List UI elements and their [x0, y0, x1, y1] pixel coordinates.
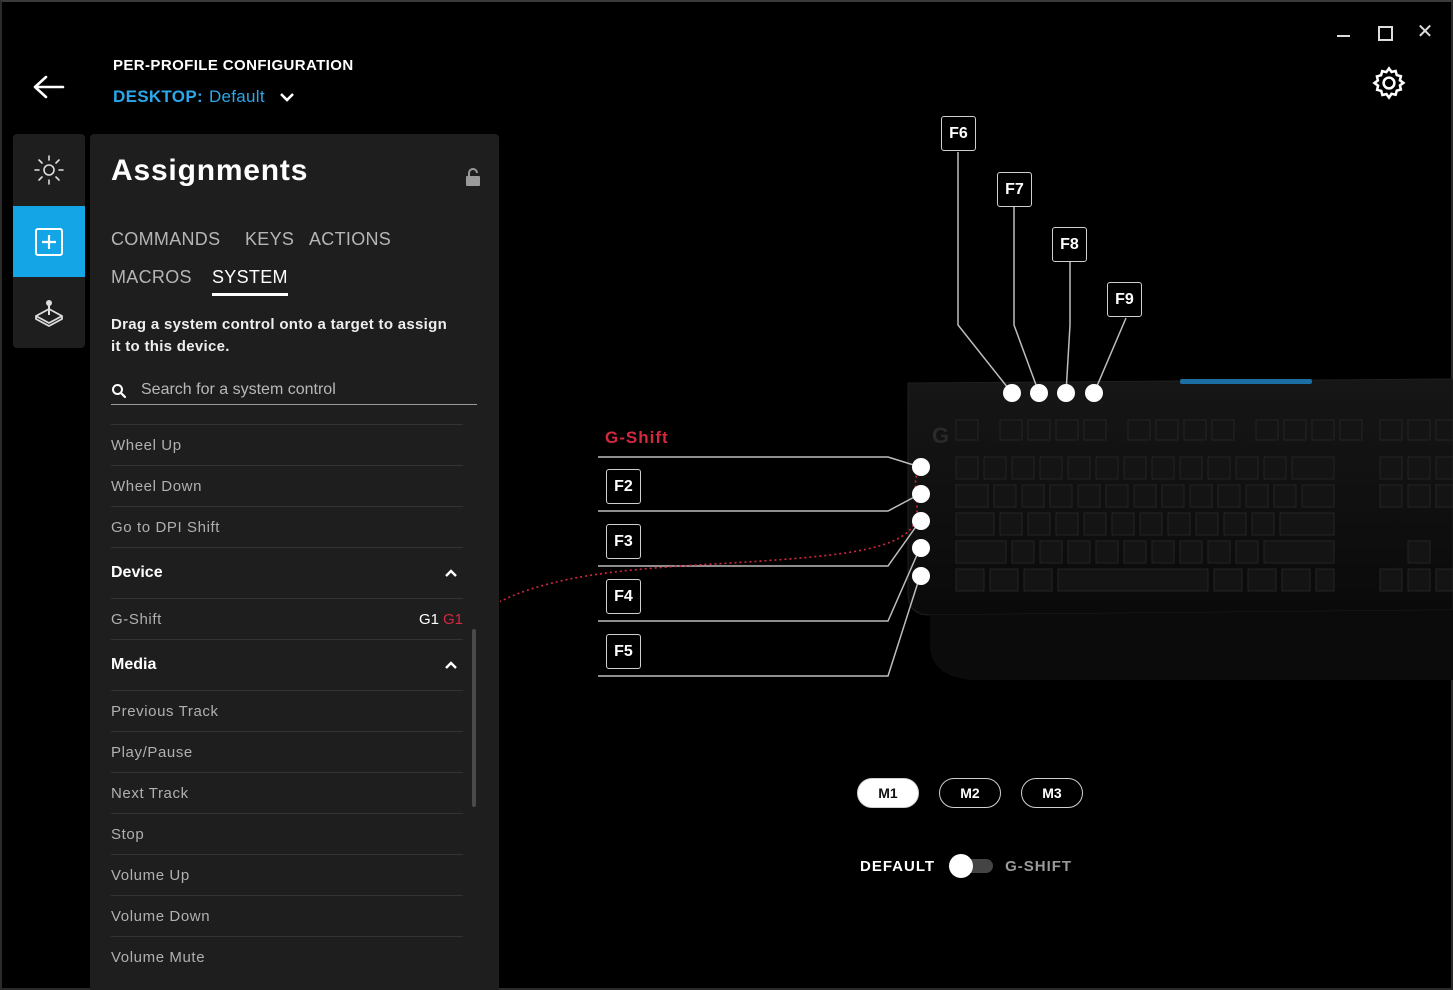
tab-actions[interactable]: ACTIONS [309, 229, 391, 250]
list-item-play-pause[interactable]: Play/Pause [111, 731, 463, 772]
toggle-knob [949, 854, 974, 878]
default-gshift-toggle[interactable] [949, 854, 994, 878]
section-title: Media [111, 656, 157, 673]
key-g2-assignment[interactable]: F2 [606, 469, 641, 504]
list-item-label: Stop [111, 825, 145, 843]
list-item-label: Go to DPI Shift [111, 518, 221, 536]
assignments-icon [35, 227, 63, 256]
page-title: PER-PROFILE CONFIGURATION [113, 57, 354, 74]
g-shift-label: G-Shift [605, 428, 669, 447]
key-g4-assignment[interactable]: F4 [606, 579, 641, 614]
list-item-label: Wheel Up [111, 436, 182, 454]
nav-assignments[interactable] [13, 206, 85, 277]
chevron-up-icon [445, 569, 457, 577]
lighting-icon [34, 154, 64, 185]
search-icon [112, 384, 127, 399]
toggle-label-default: DEFAULT [860, 857, 936, 875]
list-item-label: Play/Pause [111, 743, 193, 761]
nav-lighting[interactable] [13, 134, 85, 205]
tab-commands[interactable]: COMMANDS [111, 229, 220, 250]
binding-indicator: G1 G1 [419, 611, 463, 628]
list-item-label: Wheel Down [111, 477, 203, 495]
nav-gaming-mode[interactable] [13, 278, 85, 348]
list-item-volume-down[interactable]: Volume Down [111, 895, 463, 936]
binding-key: G1 [418, 610, 439, 628]
list-item-label: Volume Mute [111, 948, 206, 966]
section-title: Device [111, 564, 163, 581]
mode-button-m2[interactable]: M2 [939, 778, 1001, 808]
list-item-label: Volume Up [111, 866, 190, 884]
chevron-up-icon [445, 661, 457, 669]
tab-system[interactable]: SYSTEM [212, 267, 288, 296]
shift-toggle-row: DEFAULT G-SHIFT [860, 854, 1072, 878]
tab-macros[interactable]: MACROS [111, 267, 192, 288]
list-scrollbar[interactable] [472, 629, 476, 807]
key-g7-assignment[interactable]: F7 [997, 172, 1032, 207]
gaming-mode-icon [35, 299, 63, 327]
section-header-device[interactable]: Device [111, 547, 463, 598]
list-item-volume-up[interactable]: Volume Up [111, 854, 463, 895]
system-control-list: Wheel Up Wheel Down Go to DPI Shift Devi… [111, 424, 463, 977]
profile-selector[interactable]: DESKTOP: Default [113, 87, 297, 107]
list-item-next-track[interactable]: Next Track [111, 772, 463, 813]
section-header-media[interactable]: Media [111, 639, 463, 690]
mode-button-m3[interactable]: M3 [1021, 778, 1083, 808]
toggle-label-gshift: G-SHIFT [1005, 857, 1073, 875]
panel-description: Drag a system control onto a target to a… [111, 316, 448, 355]
key-g9-assignment[interactable]: F9 [1107, 282, 1142, 317]
list-item-stop[interactable]: Stop [111, 813, 463, 854]
profile-label: DESKTOP: [113, 87, 203, 106]
list-item-previous-track[interactable]: Previous Track [111, 690, 463, 731]
mode-button-m1[interactable]: M1 [857, 778, 919, 808]
list-item-wheel-down[interactable]: Wheel Down [111, 465, 463, 506]
list-item-go-to-dpi-shift[interactable]: Go to DPI Shift [111, 506, 463, 547]
chevron-down-icon [279, 93, 294, 102]
list-item-wheel-up[interactable]: Wheel Up [111, 424, 463, 465]
panel-title: Assignments [111, 154, 309, 187]
binding-shift-key: G1 [442, 610, 463, 628]
lock-icon[interactable] [464, 167, 482, 187]
search-input[interactable] [141, 381, 461, 399]
list-item-label: Next Track [111, 784, 189, 802]
key-g6-assignment[interactable]: F6 [941, 116, 976, 151]
list-item-volume-mute[interactable]: Volume Mute [111, 936, 463, 977]
callout-lines [500, 152, 1127, 677]
list-item-label: Volume Down [111, 907, 211, 925]
search-bar [111, 376, 477, 405]
key-g5-assignment[interactable]: F5 [606, 634, 641, 669]
assignments-panel: Assignments COMMANDS KEYS ACTIONS MACROS… [90, 134, 499, 990]
tab-keys[interactable]: KEYS [245, 229, 294, 250]
device-scene: G G-Shift F2 F3 F4 F5 F6 F7 F8 F9 M1 M2 … [500, 0, 1453, 990]
profile-value: Default [208, 87, 265, 106]
back-arrow-icon[interactable] [30, 72, 66, 102]
list-item-label: Previous Track [111, 702, 219, 720]
key-g3-assignment[interactable]: F3 [606, 524, 641, 559]
left-nav-rail [13, 134, 85, 348]
list-item-g-shift[interactable]: G-Shift G1 G1 [111, 598, 463, 639]
list-item-label: G-Shift [111, 610, 162, 628]
key-g8-assignment[interactable]: F8 [1052, 227, 1087, 262]
